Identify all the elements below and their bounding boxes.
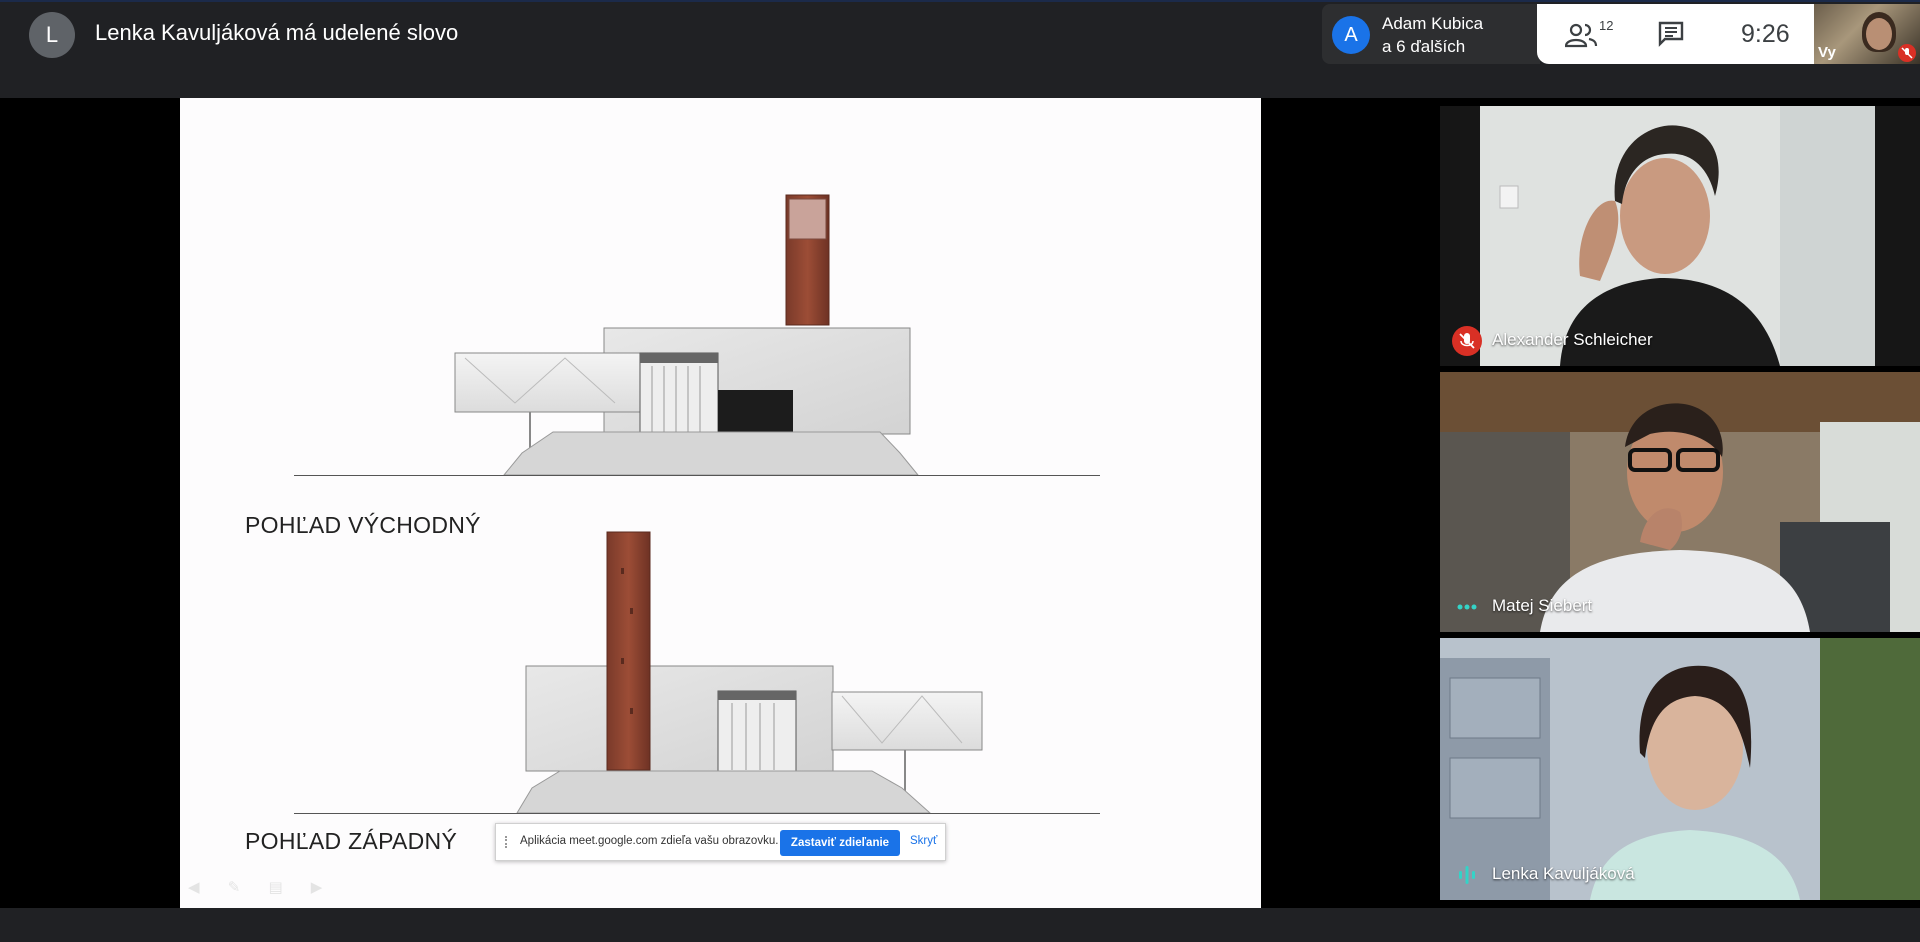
audio-wave-icon xyxy=(1452,860,1482,890)
participant-video xyxy=(1440,638,1920,900)
share-message: Aplikácia meet.google.com zdieľa vašu ob… xyxy=(520,835,779,847)
participant-name: Matej Siebert xyxy=(1492,596,1593,615)
drag-handle[interactable] xyxy=(505,836,511,848)
clock: 9:26 xyxy=(1741,20,1790,48)
self-label: Vy xyxy=(1818,44,1836,61)
mic-off-icon xyxy=(1898,44,1916,62)
architectural-drawing xyxy=(454,194,983,814)
hide-link[interactable]: Skryť xyxy=(910,835,937,847)
self-face xyxy=(1866,18,1892,50)
presentation-slide: POHĽAD VÝCHODNÝ POHĽAD ZÁPADNÝ ◀ ✎ ▤ ▶ A… xyxy=(180,98,1261,908)
self-view-tile[interactable]: Vy xyxy=(1814,4,1920,64)
participant-name: Adam Kubica xyxy=(1382,14,1484,33)
people-icon xyxy=(1565,23,1598,48)
bottom-bar xyxy=(0,908,1920,942)
west-elevation xyxy=(516,531,983,814)
participant-tile[interactable]: Lenka Kavuljáková xyxy=(1440,638,1920,900)
participant-video xyxy=(1440,372,1920,632)
people-count: 12 xyxy=(1599,18,1614,33)
participant-others: a 6 ďalších xyxy=(1382,37,1466,56)
east-elevation xyxy=(454,194,920,476)
avatar: A xyxy=(1332,16,1370,54)
chat-icon xyxy=(1658,21,1684,47)
ground-line xyxy=(294,475,1100,476)
screen-share-notification: Aplikácia meet.google.com zdieľa vašu ob… xyxy=(495,823,946,861)
view-label-west: POHĽAD ZÁPADNÝ xyxy=(245,828,458,854)
call-controls: 12 9:26 xyxy=(1537,4,1814,64)
view-label-east: POHĽAD VÝCHODNÝ xyxy=(245,512,481,538)
chat-button[interactable] xyxy=(1657,20,1687,50)
ground-line xyxy=(294,813,1100,814)
presenter-title: Lenka Kavuljáková má udelené slovo xyxy=(95,20,459,45)
participant-grid: Alexander Schleicher Matej Siebert Lenka… xyxy=(1440,98,1920,908)
presenter-avatar: L xyxy=(29,12,75,58)
participant-name: Lenka Kavuljáková xyxy=(1492,864,1635,883)
meet-window: L Lenka Kavuljáková má udelené slovo A A… xyxy=(0,0,1920,942)
more-dots-icon xyxy=(1452,592,1482,622)
top-bar: L Lenka Kavuljáková má udelené slovo A A… xyxy=(0,0,1920,98)
people-button[interactable]: 12 xyxy=(1565,18,1615,52)
participant-tile[interactable]: Alexander Schleicher xyxy=(1440,106,1920,366)
stop-sharing-button[interactable]: Zastaviť zdieľanie xyxy=(780,830,900,856)
participant-video xyxy=(1480,106,1875,366)
participants-summary[interactable]: A Adam Kubica a 6 ďalších xyxy=(1322,4,1540,64)
participant-tile[interactable]: Matej Siebert xyxy=(1440,372,1920,632)
slide-toolbar[interactable]: ◀ ✎ ▤ ▶ xyxy=(188,878,334,896)
mic-off-icon xyxy=(1452,326,1482,356)
participant-name: Alexander Schleicher xyxy=(1492,330,1653,349)
